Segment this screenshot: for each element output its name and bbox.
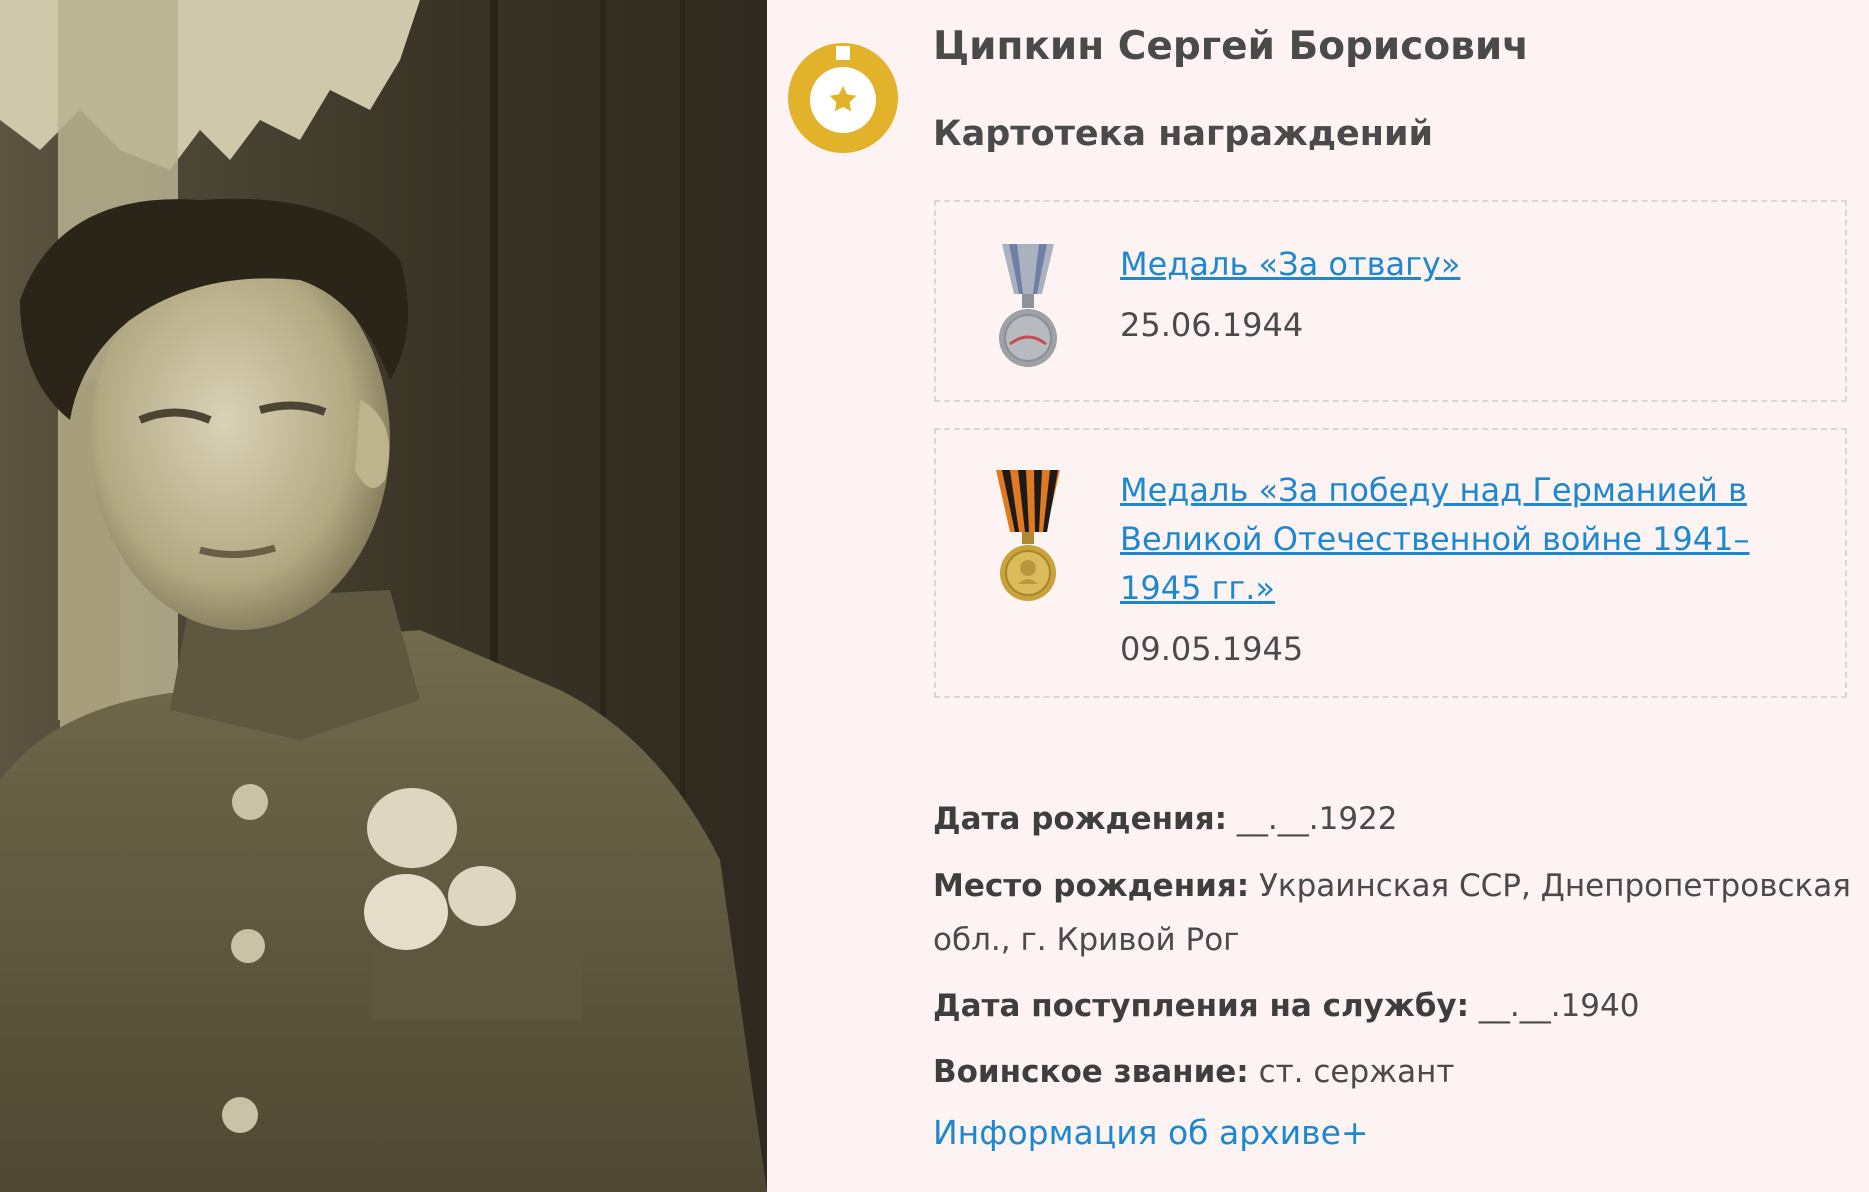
award-card: Медаль «За победу над Германией в Велико… — [934, 428, 1847, 698]
soldier-portrait-photo — [0, 0, 767, 1192]
birth-date-label: Дата рождения: — [933, 801, 1228, 837]
military-rank-value: ст. сержант — [1258, 1054, 1455, 1090]
award-card: Медаль «За отвагу» 25.06.1944 — [934, 200, 1847, 402]
award-record-panel: Ципкин Сергей Борисович Картотека награж… — [767, 0, 1869, 1192]
medal-victory-over-germany-icon — [992, 470, 1064, 606]
award-date: 25.06.1944 — [1120, 306, 1304, 344]
military-rank-row: Воинское звание: ст. сержант — [933, 1045, 1853, 1099]
award-date: 09.05.1945 — [1120, 630, 1304, 668]
military-rank-label: Воинское звание: — [933, 1054, 1249, 1090]
birth-date-row: Дата рождения: __.__.1922 — [933, 792, 1853, 846]
award-link-victory-over-germany[interactable]: Медаль «За победу над Германией в Велико… — [1120, 466, 1780, 613]
medal-for-courage-icon — [992, 244, 1064, 369]
birth-place-label: Место рождения: — [933, 868, 1250, 904]
award-card-index-icon — [787, 42, 899, 154]
award-link-for-courage[interactable]: Медаль «За отвагу» — [1120, 240, 1780, 289]
service-date-value: __.__.1940 — [1478, 988, 1640, 1024]
person-name: Ципкин Сергей Борисович — [933, 24, 1529, 69]
section-title: Картотека награждений — [933, 114, 1434, 154]
archive-info-link[interactable]: Информация об архиве+ — [933, 1113, 1369, 1152]
service-date-row: Дата поступления на службу: __.__.1940 — [933, 979, 1853, 1033]
birth-place-row: Место рождения: Украинская ССР, Днепропе… — [933, 859, 1853, 967]
birth-date-value: __.__.1922 — [1236, 801, 1398, 837]
service-date-label: Дата поступления на службу: — [933, 988, 1469, 1024]
